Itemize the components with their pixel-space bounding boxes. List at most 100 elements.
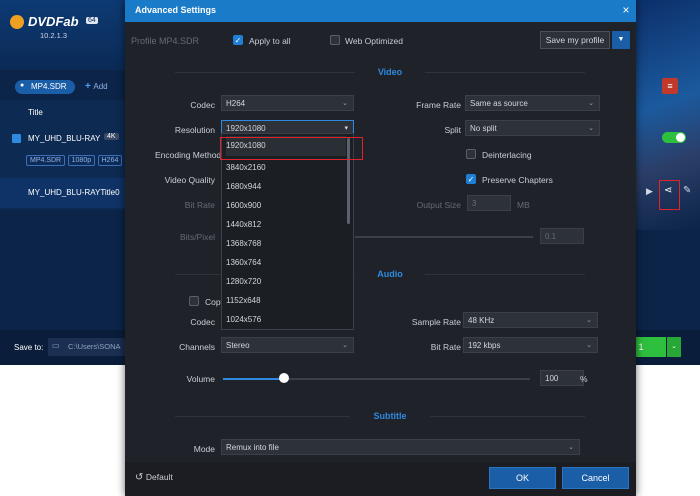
save-path-field[interactable]: ▭ C:\Users\SONA — [48, 338, 125, 356]
reset-icon: ↺ — [135, 472, 144, 483]
disc-name: MY_UHD_BLU-RAY — [28, 134, 101, 143]
chevron-down-icon: ⌄ — [342, 342, 348, 349]
web-optimized-label: Web Optimized — [345, 36, 403, 46]
play-icon[interactable]: ▶ — [646, 186, 653, 197]
volume-input[interactable]: 100 — [540, 370, 584, 386]
output-size-input[interactable]: 3 — [467, 195, 511, 211]
resolution-option[interactable]: 1024x576 — [226, 310, 346, 329]
ok-button[interactable]: OK — [489, 467, 556, 489]
edit-icon[interactable]: ✎ — [683, 185, 691, 196]
sample-rate-select[interactable]: 48 KHz ⌄ — [463, 312, 598, 328]
video-quality-label: Video Quality — [164, 175, 215, 185]
start-button[interactable]: 1 — [636, 337, 666, 357]
dialog-footer — [125, 462, 636, 496]
bits-pixel-input[interactable]: 0.1 — [540, 228, 584, 244]
apply-to-all-label: Apply to all — [249, 36, 291, 46]
default-button[interactable]: ↺ Default — [135, 472, 195, 486]
title-item-name: MY_UHD_BLU-RAYTitle0 — [28, 188, 120, 197]
chevron-down-icon: ⌄ — [586, 317, 592, 324]
audio-bit-rate-value: 192 kbps — [468, 341, 501, 350]
video-codec-select[interactable]: H264 ⌄ — [221, 95, 354, 111]
start-dropdown-button[interactable]: ⌄ — [667, 337, 681, 357]
resolution-option[interactable]: 1152x648 — [226, 291, 346, 311]
disc-badge: 4K — [104, 133, 119, 140]
save-to-label: Save to: — [14, 343, 44, 352]
resolution-label: Resolution — [174, 125, 215, 135]
video-codec-value: H264 — [226, 99, 246, 108]
disc-tags: MP4.SDR 1080p H264 — [26, 154, 126, 168]
resolution-option[interactable]: 1440x812 — [226, 215, 346, 235]
subtitle-mode-value: Remux into file — [226, 443, 279, 452]
cancel-button[interactable]: Cancel — [562, 467, 629, 489]
brand-name: DVDFab — [28, 14, 79, 29]
preserve-chapters-label: Preserve Chapters — [482, 175, 553, 185]
volume-value: 100 — [545, 374, 559, 383]
save-profile-dropdown-button[interactable]: ▼ — [612, 31, 630, 49]
resolution-option[interactable]: 3840x2160 — [226, 158, 346, 178]
tag-codec: H264 — [97, 155, 123, 166]
folder-icon: ▭ — [52, 341, 60, 350]
disc-checkbox[interactable] — [12, 134, 21, 143]
resolution-option[interactable]: 1280x720 — [226, 272, 346, 292]
resolution-dropdown-list: 1920x1080 3840x2160 1680x944 1600x900 14… — [221, 133, 354, 330]
encoding-method-label: Encoding Method — [155, 150, 222, 160]
volume-unit: % — [580, 374, 588, 384]
web-optimized-checkbox[interactable] — [330, 35, 340, 45]
profile-label: Profile MP4.SDR — [131, 36, 200, 46]
audio-codec-label: Codec — [190, 317, 215, 327]
version-number: 10.2.1.3 — [40, 31, 68, 40]
share-highlight-box — [659, 180, 680, 210]
selected-option-highlight-box — [220, 137, 363, 160]
subtitle-mode-label: Mode — [193, 444, 215, 454]
profile-chip[interactable]: ● MP4.SDR — [15, 80, 75, 94]
toggle-knob — [676, 133, 685, 142]
volume-slider[interactable] — [223, 378, 530, 380]
close-icon[interactable]: × — [619, 3, 633, 17]
chevron-down-icon: ⌄ — [588, 125, 594, 132]
save-path: C:\Users\SONA — [68, 342, 121, 351]
output-size-value: 3 — [472, 199, 477, 208]
bits-pixel-slider[interactable] — [355, 236, 533, 238]
channels-select[interactable]: Stereo ⌄ — [221, 337, 354, 353]
audio-section-title: Audio — [355, 269, 425, 279]
resolution-option[interactable]: 1600x900 — [226, 196, 346, 216]
tag-format: MP4.SDR — [26, 155, 66, 166]
bits-pixel-label: Bits/Pixel — [180, 232, 215, 242]
apply-to-all-checkbox[interactable]: ✓ — [233, 35, 243, 45]
split-value: No split — [470, 124, 497, 133]
dvdfab-logo: DVDFab 64 10.2.1.3 — [10, 13, 120, 43]
version-badge: 64 — [86, 17, 98, 24]
menu-icon[interactable]: ≡ — [662, 78, 678, 94]
split-select[interactable]: No split ⌄ — [465, 120, 600, 136]
frame-rate-value: Same as source — [470, 99, 528, 108]
audio-bit-rate-label: Bit Rate — [430, 342, 461, 352]
plus-icon: + — [85, 81, 91, 92]
toggle-switch[interactable] — [662, 132, 686, 143]
frame-rate-select[interactable]: Same as source ⌄ — [465, 95, 600, 111]
deinterlacing-checkbox[interactable] — [466, 149, 476, 159]
codec-label: Codec — [190, 100, 215, 110]
volume-slider-handle[interactable] — [279, 373, 290, 383]
bits-pixel-value: 0.1 — [545, 232, 557, 241]
frame-rate-label: Frame Rate — [416, 100, 461, 110]
split-label: Split — [444, 125, 461, 135]
volume-slider-fill — [223, 378, 285, 380]
chevron-down-icon: ⌄ — [588, 100, 594, 107]
resolution-value: 1920x1080 — [226, 124, 266, 133]
profile-chip-icon: ● — [20, 82, 25, 89]
resolution-option[interactable]: 1360x764 — [226, 253, 346, 273]
preserve-chapters-checkbox[interactable]: ✓ — [466, 174, 476, 184]
subtitle-mode-select[interactable]: Remux into file ⌄ — [221, 439, 580, 455]
default-label: Default — [145, 472, 173, 482]
resolution-option[interactable]: 1680x944 — [226, 177, 346, 197]
save-profile-button[interactable]: Save my profile — [540, 31, 610, 49]
add-button[interactable]: + Add — [85, 81, 117, 93]
deinterlacing-label: Deinterlacing — [482, 150, 532, 160]
tag-resolution: 1080p — [67, 155, 96, 166]
resolution-option[interactable]: 1368x768 — [226, 234, 346, 254]
subtitle-section-title: Subtitle — [350, 411, 430, 421]
audio-bit-rate-select[interactable]: 192 kbps ⌄ — [463, 337, 598, 353]
audio-copy-checkbox[interactable] — [189, 296, 199, 306]
title-column-header: Title — [28, 108, 43, 117]
sample-rate-label: Sample Rate — [411, 317, 461, 327]
